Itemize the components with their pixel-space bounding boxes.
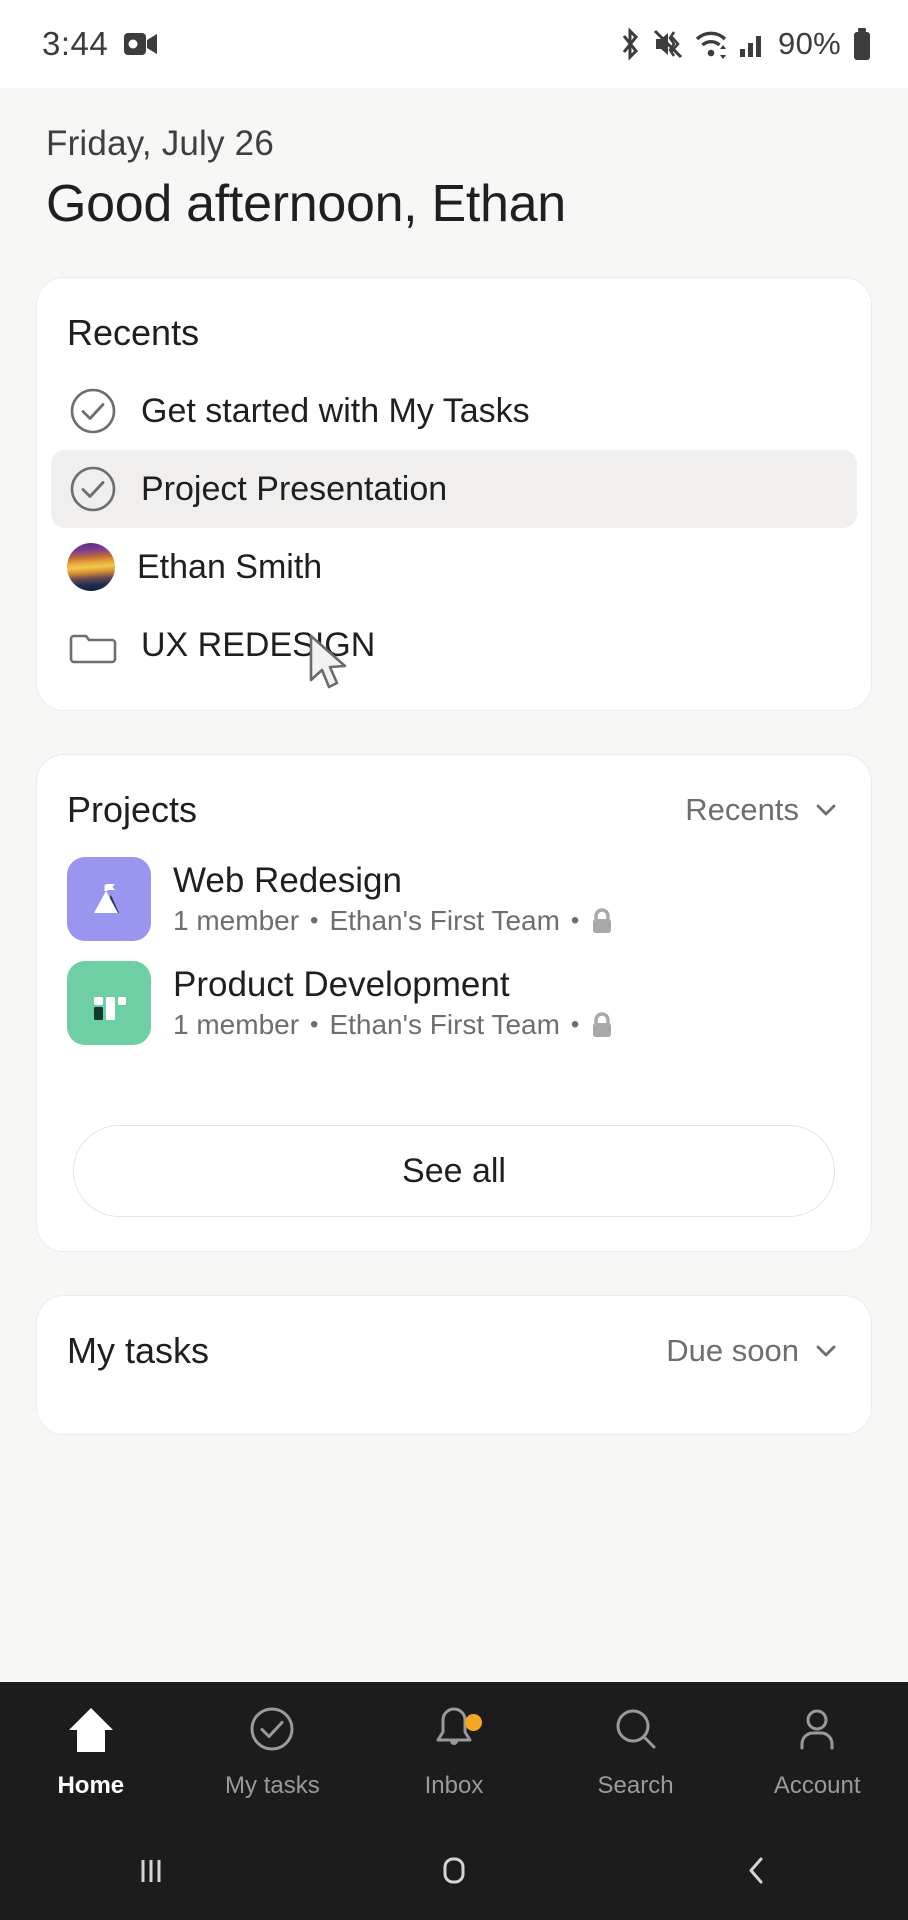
projects-card-title: Projects xyxy=(67,789,198,830)
wifi-icon xyxy=(695,31,727,59)
my-tasks-sort-dropdown[interactable]: Due soon xyxy=(666,1333,841,1369)
recents-item-label: Project Presentation xyxy=(141,469,448,508)
mute-vibrate-icon xyxy=(653,29,683,59)
cellular-signal-icon xyxy=(740,36,762,57)
recents-item-label: UX REDESIGN xyxy=(141,625,376,664)
nav-item-label: Search xyxy=(597,1772,674,1799)
bell-icon xyxy=(436,1707,472,1745)
see-all-button[interactable]: See all xyxy=(73,1125,835,1217)
nav-item-label: My tasks xyxy=(225,1772,320,1799)
home-icon xyxy=(68,1708,113,1752)
battery-icon xyxy=(854,28,870,60)
bottom-navigation-bar: Home My tasks Inbox Search Account xyxy=(0,1682,908,1820)
system-back-button[interactable] xyxy=(605,1848,908,1892)
meta-separator-dot: • xyxy=(310,907,319,934)
projects-sort-label: Recents xyxy=(685,792,799,827)
avatar xyxy=(67,543,115,591)
my-tasks-card-header: My tasks Due soon xyxy=(37,1296,871,1372)
greeting-date: Friday, July 26 xyxy=(46,124,274,163)
inbox-unread-badge xyxy=(464,1714,482,1731)
my-tasks-card: My tasks Due soon xyxy=(36,1295,872,1435)
battery-percent-label: 90% xyxy=(778,26,841,61)
meta-separator-dot: • xyxy=(310,1011,319,1038)
recents-card-title: Recents xyxy=(67,312,200,353)
recents-item-ux-redesign[interactable]: UX REDESIGN xyxy=(51,606,857,684)
recents-item-label: Ethan Smith xyxy=(137,547,323,586)
search-icon xyxy=(616,1709,656,1749)
nav-item-label: Home xyxy=(57,1772,125,1799)
bluetooth-icon xyxy=(622,27,639,61)
check-circle-icon xyxy=(250,1707,294,1751)
project-row-web-redesign[interactable]: Web Redesign 1 member • Ethan's First Te… xyxy=(67,847,841,951)
video-recording-icon xyxy=(124,33,158,55)
back-chevron-icon xyxy=(749,1857,763,1884)
project-team-name: Ethan's First Team xyxy=(329,905,560,936)
my-tasks-card-title: My tasks xyxy=(67,1330,210,1371)
system-home-button[interactable] xyxy=(303,1848,606,1892)
board-columns-icon xyxy=(67,961,151,1045)
projects-sort-dropdown[interactable]: Recents xyxy=(685,792,841,828)
project-meta: 1 member • Ethan's First Team • xyxy=(173,1009,614,1041)
greeting-block: Friday, July 26 Good afternoon, Ethan xyxy=(36,88,872,234)
mountain-flag-icon xyxy=(67,857,151,941)
greeting-message: Good afternoon, Ethan xyxy=(46,175,566,233)
recents-item-ethan-smith[interactable]: Ethan Smith xyxy=(51,528,857,606)
app-root: 3:44 90% Friday, July 26 Good afternoon,… xyxy=(0,0,908,1920)
folder-icon xyxy=(69,634,117,664)
project-member-count: 1 member xyxy=(173,905,300,936)
recents-bars-icon xyxy=(141,1860,161,1882)
chevron-down-icon xyxy=(816,804,836,816)
recents-button[interactable] xyxy=(0,1848,303,1892)
home-scroll-content[interactable]: Friday, July 26 Good afternoon, Ethan Re… xyxy=(0,88,908,1920)
nav-item-inbox[interactable]: Inbox xyxy=(363,1702,545,1800)
nav-item-search[interactable]: Search xyxy=(545,1702,727,1800)
project-row-product-development[interactable]: Product Development 1 member • Ethan's F… xyxy=(67,951,841,1055)
project-text-block: Web Redesign 1 member • Ethan's First Te… xyxy=(173,861,614,937)
nav-item-account[interactable]: Account xyxy=(726,1702,908,1800)
project-name: Product Development xyxy=(173,965,510,1004)
lock-icon xyxy=(593,1012,612,1037)
meta-separator-dot: • xyxy=(570,1011,580,1038)
check-circle-icon xyxy=(70,466,116,512)
project-text-block: Product Development 1 member • Ethan's F… xyxy=(173,965,614,1041)
project-name: Web Redesign xyxy=(173,861,402,900)
home-square-icon xyxy=(443,1857,465,1884)
check-circle-icon xyxy=(70,388,116,434)
status-bar-right: 90% xyxy=(618,26,872,62)
recents-item-label: Get started with My Tasks xyxy=(141,391,530,430)
recents-list: Get started with My Tasks Project Presen… xyxy=(37,354,871,710)
meta-separator-dot: • xyxy=(570,907,580,934)
nav-item-label: Inbox xyxy=(424,1772,484,1799)
projects-card: Projects Recents Web Redesign 1 member •… xyxy=(36,754,872,1252)
project-team-name: Ethan's First Team xyxy=(329,1009,560,1040)
status-bar: 3:44 90% xyxy=(0,0,908,88)
android-system-nav xyxy=(0,1820,908,1920)
project-meta: 1 member • Ethan's First Team • xyxy=(173,905,614,937)
recents-item-project-presentation[interactable]: Project Presentation xyxy=(51,450,857,528)
recents-card: Recents Get started with My Tasks Projec… xyxy=(36,277,872,711)
lock-icon xyxy=(593,908,612,933)
recents-item-get-started[interactable]: Get started with My Tasks xyxy=(51,372,857,450)
project-member-count: 1 member xyxy=(173,1009,300,1040)
nav-item-my-tasks[interactable]: My tasks xyxy=(182,1702,364,1800)
see-all-wrapper: See all xyxy=(37,1055,871,1251)
person-icon xyxy=(800,1709,834,1750)
my-tasks-sort-label: Due soon xyxy=(666,1333,799,1368)
status-bar-clock: 3:44 xyxy=(42,25,109,62)
nav-item-label: Account xyxy=(773,1772,861,1799)
nav-item-home[interactable]: Home xyxy=(0,1702,182,1800)
projects-card-header: Projects Recents xyxy=(37,755,871,831)
chevron-down-icon xyxy=(816,1345,836,1357)
projects-list: Web Redesign 1 member • Ethan's First Te… xyxy=(37,831,871,1055)
status-bar-left: 3:44 xyxy=(42,25,158,63)
